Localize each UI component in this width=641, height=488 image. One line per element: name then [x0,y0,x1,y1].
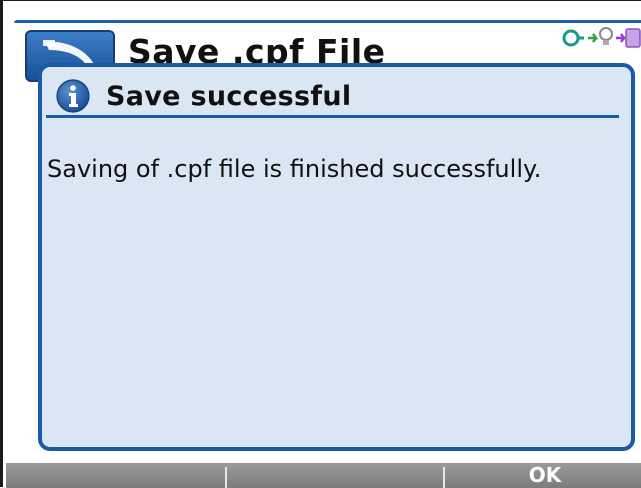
info-icon [56,79,90,113]
ok-button[interactable]: OK [446,463,641,488]
dialog-separator [46,115,619,118]
status-icons [560,23,641,49]
arrows-icon [616,28,641,48]
header-accent-line [14,20,641,23]
app-header: Save .cpf File [6,2,641,82]
softkey-divider [225,467,227,488]
device-screen: Save .cpf File Save successful Saving of… [0,0,641,488]
softkey-bar: OK [6,463,641,488]
dialog-message: Saving of .cpf file is finished successf… [47,155,542,183]
softkey-2[interactable] [228,463,442,488]
dialog-title: Save successful [106,81,352,112]
bulb-icon [588,27,613,45]
dialog-titlebar: Save successful [50,73,623,115]
save-successful-dialog: Save successful Saving of .cpf file is f… [38,63,635,451]
softkey-divider [443,467,445,488]
link-icon [562,29,584,47]
softkey-1[interactable] [6,463,224,488]
